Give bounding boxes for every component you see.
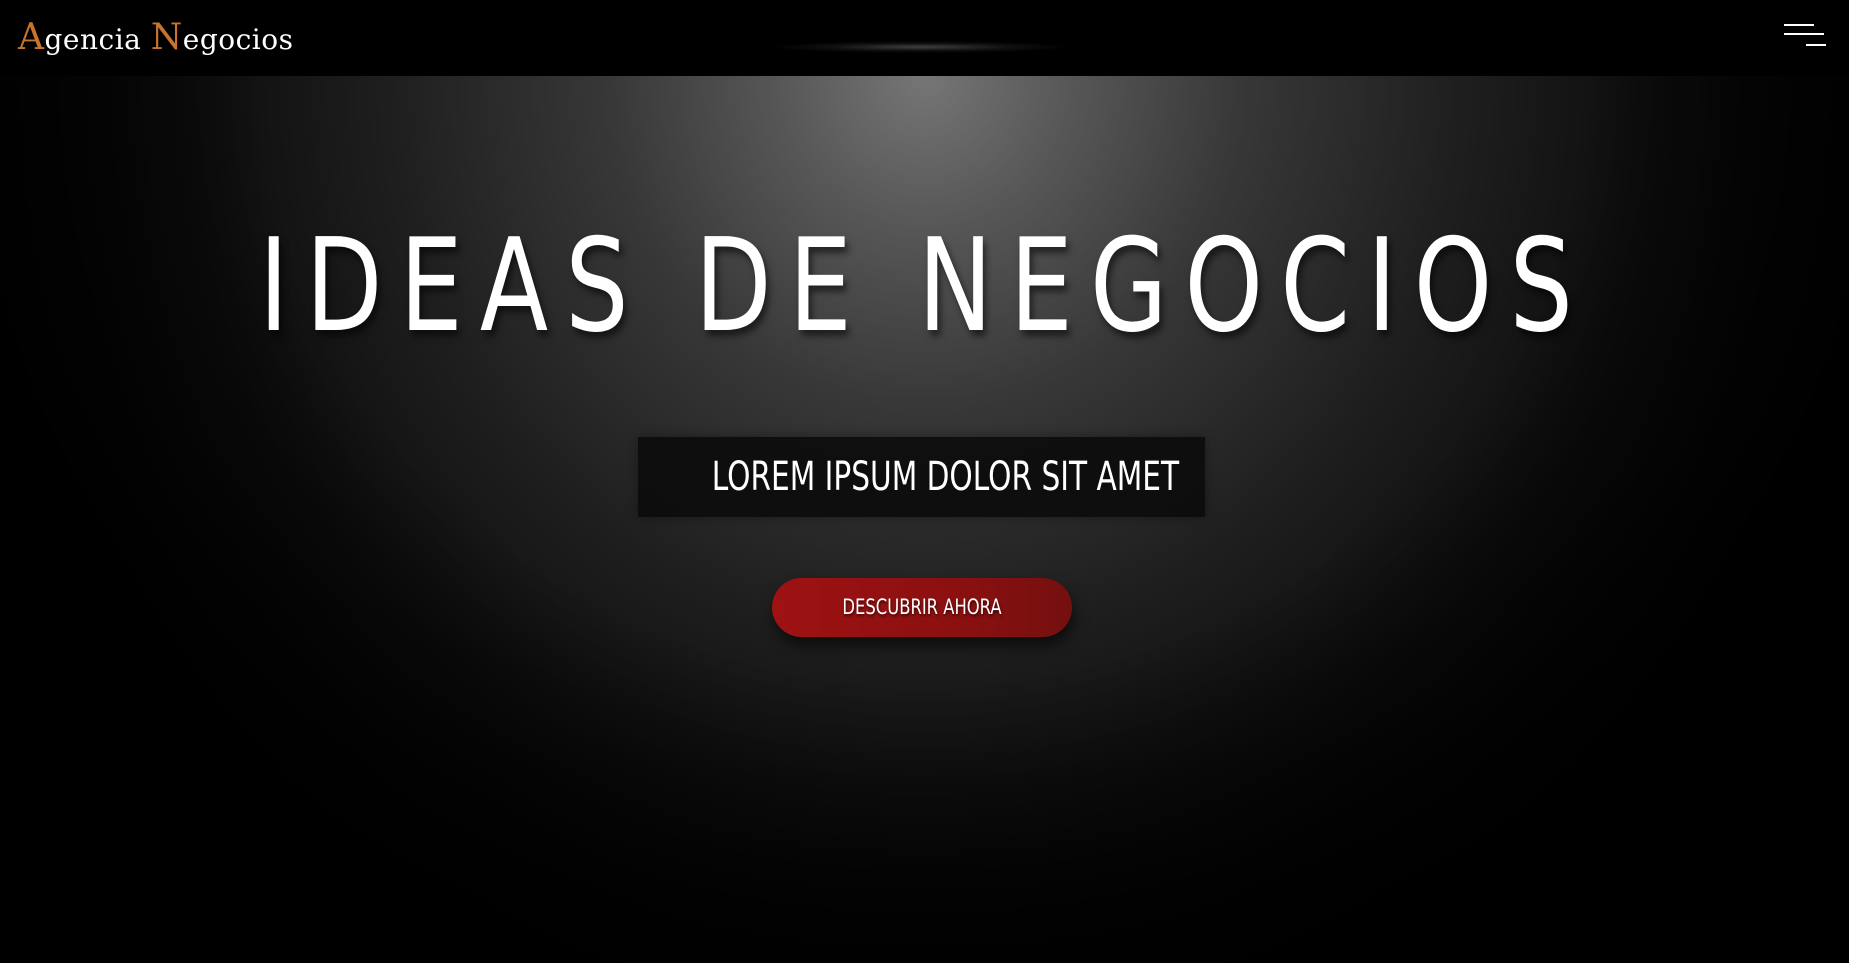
logo-initial-a: A: [18, 17, 45, 58]
hero-subtitle-box: LOREM IPSUM DOLOR SIT AMET: [638, 437, 1205, 517]
menu-line-bottom: [1806, 44, 1826, 46]
discover-now-button[interactable]: DESCUBRIR AHORA: [772, 578, 1072, 637]
logo-word-agencia: gencia: [44, 23, 151, 56]
lamp-glow: [770, 40, 1070, 54]
hero-subtitle: LOREM IPSUM DOLOR SIT AMET: [711, 454, 1180, 500]
hamburger-menu-icon[interactable]: [1782, 20, 1826, 52]
page: Agencia Negocios IDEAS DE NEGOCIOS LOREM…: [0, 0, 1849, 963]
logo-word-negocios: egocios: [182, 23, 294, 56]
menu-line-top: [1784, 24, 1814, 26]
brand-logo[interactable]: Agencia Negocios: [18, 18, 293, 60]
logo-initial-n: N: [150, 17, 183, 58]
site-header: Agencia Negocios: [0, 0, 1849, 76]
hero-title: IDEAS DE NEGOCIOS: [258, 212, 1591, 361]
menu-line-middle: [1784, 33, 1824, 35]
discover-now-label: DESCUBRIR AHORA: [842, 595, 1002, 619]
spotlight-vignette: [0, 74, 1849, 963]
